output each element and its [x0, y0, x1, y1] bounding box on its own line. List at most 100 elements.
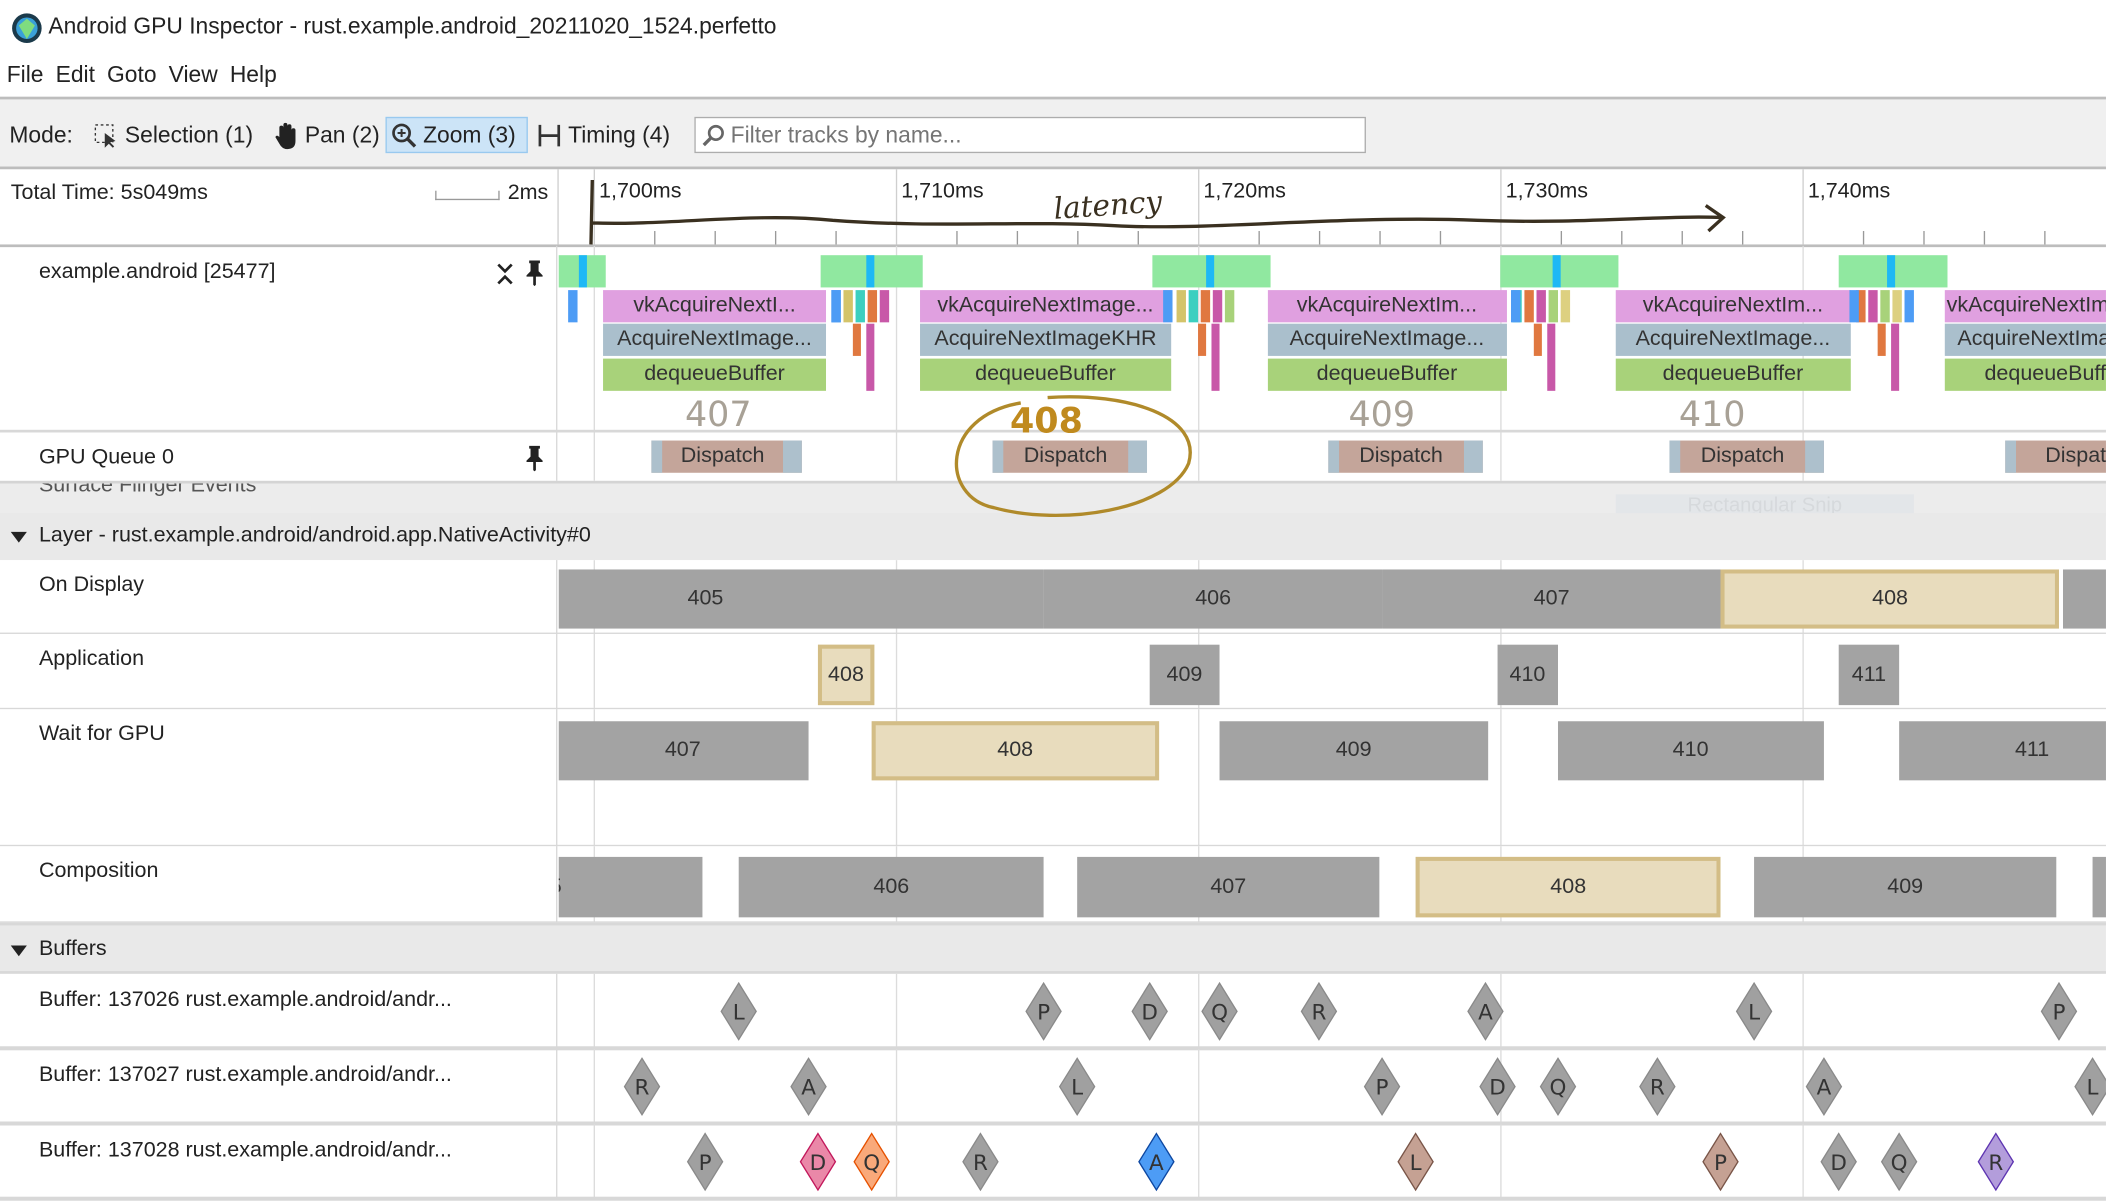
buffer-event-marker-R[interactable]: R [962, 1132, 1000, 1192]
buffer-event-marker-L[interactable]: L [1735, 981, 1773, 1041]
dispatch-slice[interactable]: Dispatch [2004, 440, 2106, 473]
vk-acquire-slice[interactable]: vkAcquireNextIm... [1615, 290, 1851, 323]
vk-acquire-slice[interactable]: vkAcquireNextI... [602, 290, 827, 323]
highlighted-frame-slice[interactable]: 408 [1415, 856, 1721, 918]
buffer-event-marker-A[interactable]: A [1137, 1132, 1175, 1192]
buffer-event-marker-P[interactable]: P [1702, 1132, 1740, 1192]
buffer-event-marker-Q[interactable]: Q [853, 1132, 891, 1192]
buffer-event-marker-R[interactable]: R [1977, 1132, 2015, 1192]
small-slice[interactable] [1546, 323, 1555, 391]
small-slice[interactable] [568, 290, 578, 323]
collapse-icon[interactable] [496, 262, 515, 286]
small-slice[interactable] [1523, 290, 1534, 323]
mode-pan-button[interactable]: Pan (2) [269, 117, 384, 153]
expand-triangle-icon[interactable] [10, 531, 27, 543]
acquire-next-image-slice[interactable]: AcquireNextImage... [1615, 323, 1851, 356]
surface-flinger-section[interactable]: Surface Flinger Events Rectangular Snip [0, 480, 2106, 516]
small-slice[interactable] [866, 323, 875, 391]
vk-acquire-slice[interactable]: vkAcquireNextImage... [920, 290, 1171, 323]
pin-icon[interactable] [524, 259, 545, 287]
frame-slice[interactable]: 405 [558, 856, 703, 918]
time-ruler[interactable]: 1,700ms 1,710ms 1,720ms 1,730ms 1,740ms [559, 169, 2106, 245]
buffer-event-marker-L[interactable]: L [2074, 1057, 2106, 1117]
frame-slice[interactable]: 410 [2092, 856, 2106, 918]
frame-slice[interactable]: 409 [1149, 644, 1220, 706]
vk-acquire-slice[interactable]: vkAcquireNextIm... [1267, 290, 1507, 323]
layer-row-track[interactable]: 405406407408409 [558, 560, 2106, 634]
buffer-event-marker-Q[interactable]: Q [1539, 1057, 1577, 1117]
small-slice[interactable] [831, 290, 841, 323]
small-slice[interactable] [855, 290, 866, 323]
acquire-next-image-slice[interactable]: AcquireNextImage... [1267, 323, 1507, 356]
buffer-event-marker-A[interactable]: A [1466, 981, 1504, 1041]
buffer-event-marker-A[interactable]: A [1805, 1057, 1843, 1117]
frame-slice[interactable]: 409 [1219, 721, 1489, 781]
dequeue-buffer-slice[interactable]: dequeueBuffer [1944, 358, 2106, 391]
buffer-event-marker-R[interactable]: R [1300, 981, 1338, 1041]
frame-slice[interactable]: 407 [1382, 569, 1721, 629]
small-slice[interactable] [1510, 290, 1521, 323]
acquire-next-image-slice[interactable]: AcquireNextImage... [1944, 323, 2106, 356]
buffer-row-track[interactable]: PDQRALPDQR [559, 1124, 2106, 1200]
acquire-next-image-slice[interactable]: AcquireNextImage... [602, 323, 827, 356]
small-slice[interactable] [1547, 290, 1558, 323]
buffer-event-marker-L[interactable]: L [1397, 1132, 1435, 1192]
menu-view[interactable]: View [169, 62, 218, 89]
frame-slice[interactable]: 407 [558, 721, 809, 781]
vk-acquire-slice[interactable]: vkAcquireNextImage... [1944, 290, 2106, 323]
frame-slice[interactable]: 405 [558, 569, 1044, 629]
buffer-row-track[interactable]: LPDQRALP [559, 973, 2106, 1049]
dequeue-buffer-slice[interactable]: dequeueBuffer [1615, 358, 1851, 391]
dispatch-slice[interactable]: Dispatch [992, 440, 1147, 473]
filter-tracks-input[interactable] [730, 121, 1349, 149]
buffer-event-marker-R[interactable]: R [1639, 1057, 1677, 1117]
small-slice[interactable] [1176, 290, 1186, 323]
small-slice[interactable] [853, 323, 862, 356]
buffer-event-marker-D[interactable]: D [1478, 1057, 1516, 1117]
buffer-event-marker-L[interactable]: L [1058, 1057, 1096, 1117]
frame-slice[interactable]: 411 [1838, 644, 1900, 706]
gpu-queue-track[interactable]: Dispatch Dispatch Dispatch Dispatch Dispatch [559, 432, 2106, 481]
layer-row-track[interactable]: 407 408 409 410 411 [558, 709, 2106, 847]
frame-slice[interactable]: 409 [2062, 569, 2106, 629]
small-slice[interactable] [1211, 323, 1220, 391]
frame-slice[interactable]: 411 [1899, 721, 2106, 781]
small-slice[interactable] [843, 290, 854, 323]
buffers-section-header[interactable]: Buffers [0, 922, 2106, 974]
small-slice[interactable] [1224, 290, 1234, 323]
menu-file[interactable]: File [7, 62, 44, 89]
buffer-event-marker-P[interactable]: P [1364, 1057, 1402, 1117]
small-slice[interactable] [1188, 290, 1198, 323]
layer-row-track[interactable]: 408 409 410 411 [559, 633, 2106, 710]
buffer-event-marker-L[interactable]: L [720, 981, 758, 1041]
small-slice[interactable] [867, 290, 878, 323]
highlighted-frame-slice[interactable]: 408 [871, 721, 1159, 781]
buffer-event-marker-Q[interactable]: Q [1880, 1132, 1918, 1192]
menu-help[interactable]: Help [230, 62, 277, 89]
filter-tracks-field[interactable] [694, 116, 1366, 154]
menu-edit[interactable]: Edit [56, 62, 95, 89]
dequeue-buffer-slice[interactable]: dequeueBuffer [1267, 358, 1507, 391]
small-slice[interactable] [1891, 323, 1900, 391]
buffer-event-marker-P[interactable]: P [2041, 981, 2079, 1041]
buffer-event-marker-A[interactable]: A [789, 1057, 827, 1117]
dispatch-slice[interactable]: Dispatch [651, 440, 803, 473]
small-slice[interactable] [1197, 323, 1206, 356]
small-slice[interactable] [1904, 290, 1914, 323]
expand-triangle-icon[interactable] [10, 945, 27, 957]
small-slice[interactable] [1560, 290, 1570, 323]
mode-selection-button[interactable]: Selection (1) [89, 117, 257, 153]
frame-slice[interactable]: 406 [738, 856, 1044, 918]
mode-timing-button[interactable]: Timing (4) [532, 117, 674, 153]
buffer-event-marker-P[interactable]: P [1025, 981, 1063, 1041]
buffer-event-marker-D[interactable]: D [1820, 1132, 1858, 1192]
buffer-event-marker-D[interactable]: D [798, 1132, 836, 1192]
small-slice[interactable] [1849, 290, 1859, 323]
small-slice[interactable] [1892, 290, 1902, 323]
dequeue-buffer-slice[interactable]: dequeueBuffer [602, 358, 827, 391]
layer-row-track[interactable]: 405 406 407 408 409 410 [558, 846, 2106, 923]
pin-icon[interactable] [524, 445, 545, 472]
small-slice[interactable] [1200, 290, 1210, 323]
buffer-row-track[interactable]: RALPDQRAL [559, 1048, 2106, 1125]
small-slice[interactable] [1163, 290, 1173, 323]
